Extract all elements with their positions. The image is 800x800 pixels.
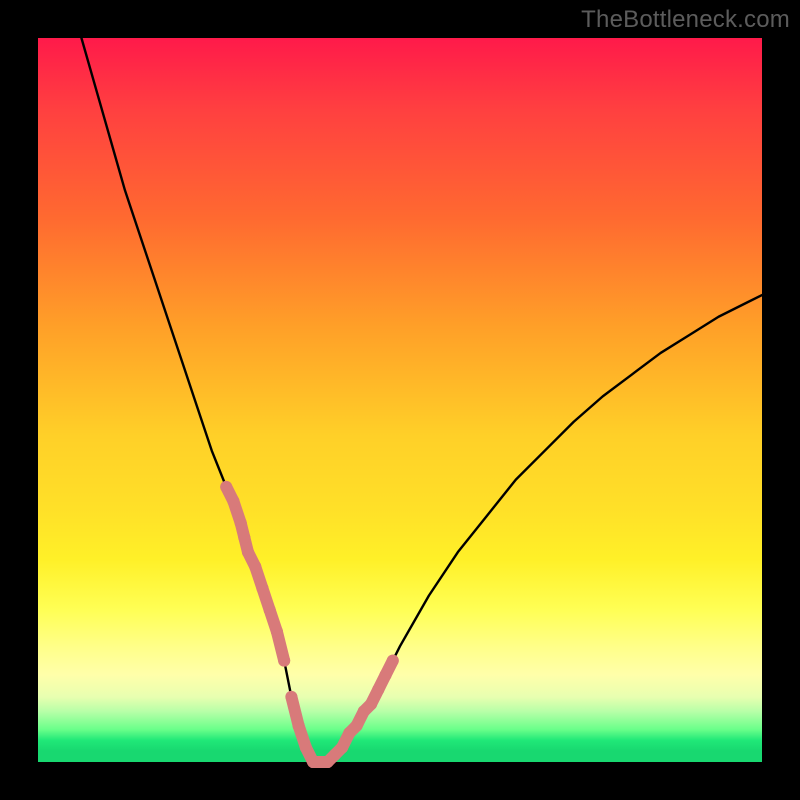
marker-dot: [387, 655, 399, 667]
marker-dot: [300, 742, 312, 754]
marker-dot: [235, 517, 247, 529]
marker-dot: [278, 655, 290, 667]
watermark-text: TheBottleneck.com: [581, 6, 790, 34]
marker-dot: [271, 626, 283, 638]
marker-dot: [220, 481, 232, 493]
marker-dot: [351, 720, 363, 732]
marker-dot: [380, 669, 392, 681]
marker-dot: [264, 604, 276, 616]
chart-svg: [38, 38, 762, 762]
bottleneck-curve: [81, 38, 762, 762]
marker-dot: [227, 495, 239, 507]
marker-dot: [293, 720, 305, 732]
marker-dot: [372, 684, 384, 696]
highlighted-markers: [220, 481, 399, 768]
plot-area: [38, 38, 762, 762]
marker-dot: [285, 691, 297, 703]
marker-dot: [256, 582, 268, 594]
curve-path: [81, 38, 762, 762]
marker-dot: [242, 546, 254, 558]
marker-dot: [249, 561, 261, 573]
marker-dot: [336, 742, 348, 754]
marker-dot: [365, 698, 377, 710]
marker-dot: [238, 532, 250, 544]
chart-frame: TheBottleneck.com: [0, 0, 800, 800]
